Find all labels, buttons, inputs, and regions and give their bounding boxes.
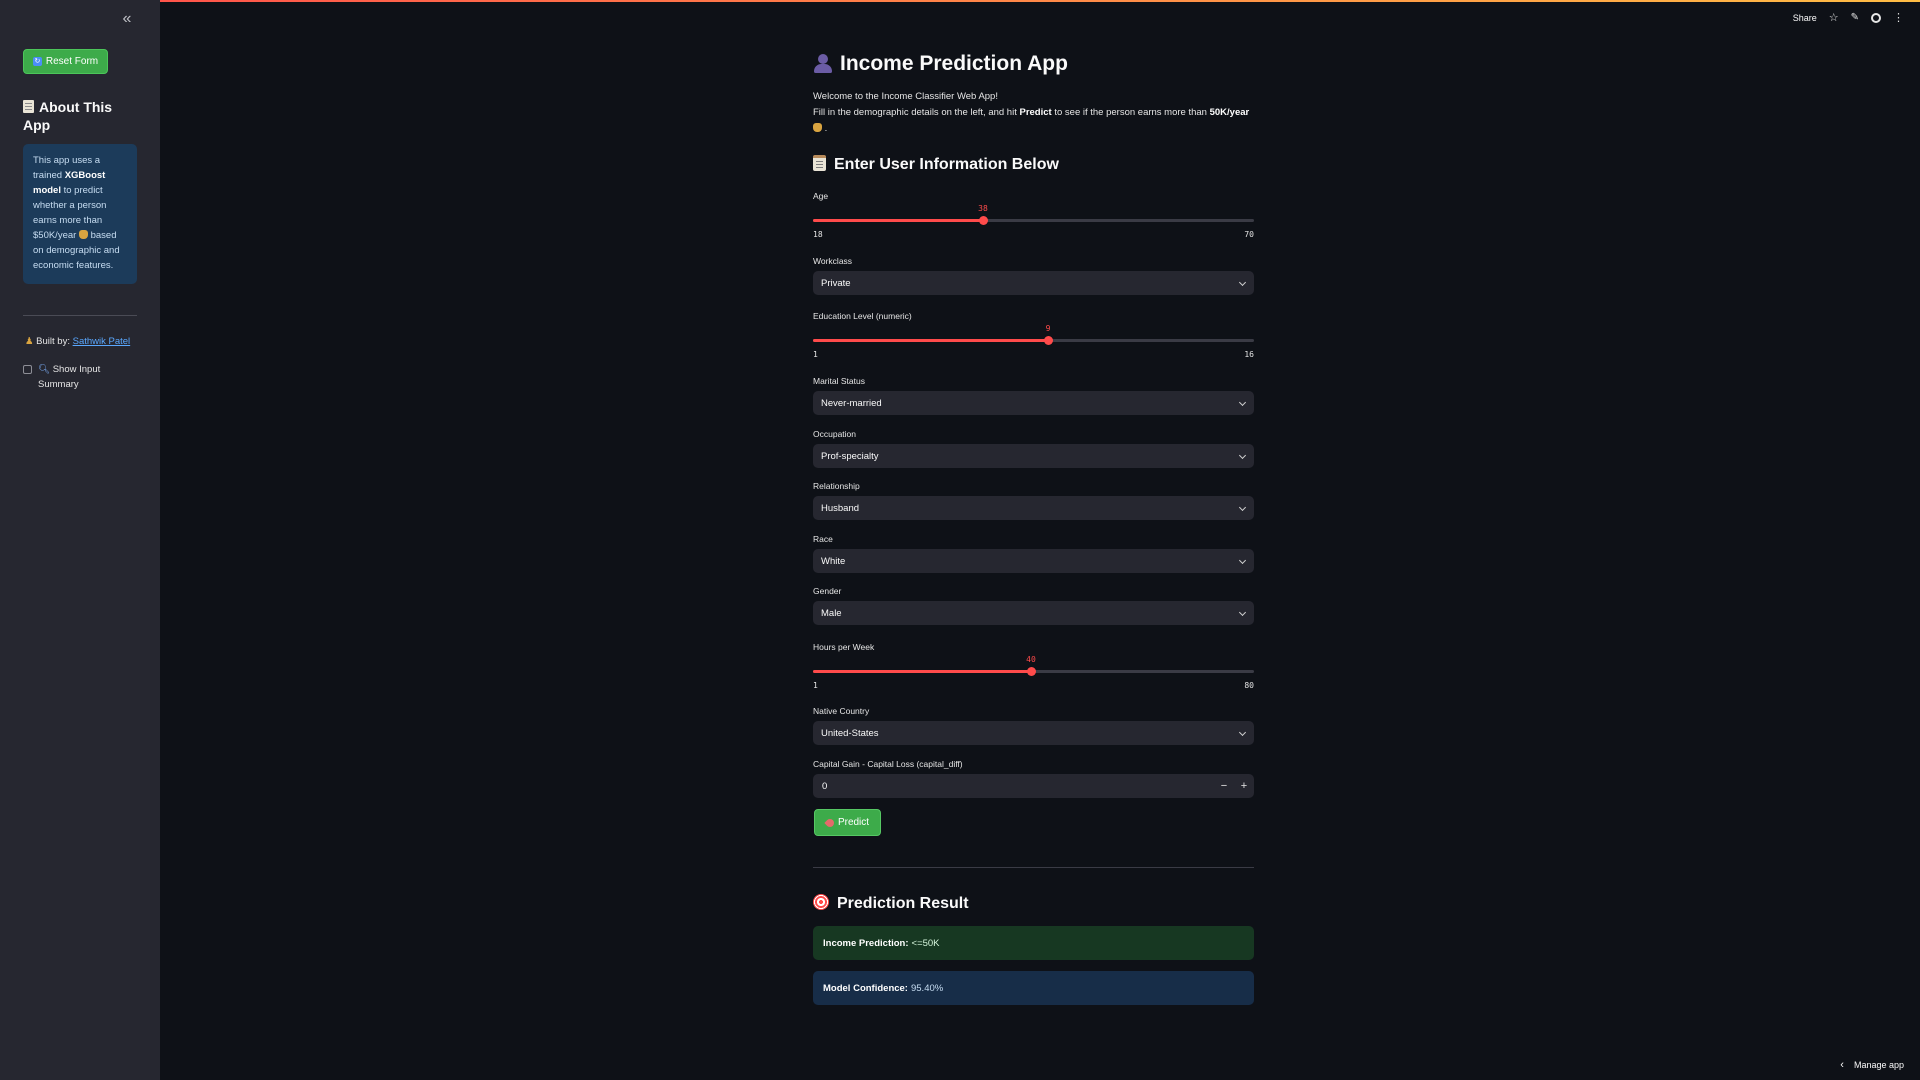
education-min: 1 bbox=[813, 350, 818, 359]
education-slider-thumb[interactable] bbox=[1044, 336, 1053, 345]
page-title: Income Prediction App bbox=[813, 52, 1068, 76]
gender-label: Gender bbox=[813, 586, 842, 596]
money-bag-icon bbox=[78, 230, 88, 239]
app-toolbar: Share ☆ ✎ ⋮ bbox=[1793, 11, 1904, 24]
share-button[interactable]: Share bbox=[1793, 13, 1817, 23]
age-slider-fill bbox=[813, 219, 983, 222]
edit-icon[interactable]: ✎ bbox=[1851, 12, 1859, 23]
age-slider-thumb[interactable] bbox=[979, 216, 988, 225]
marital-label: Marital Status bbox=[813, 376, 865, 386]
country-label: Native Country bbox=[813, 706, 870, 716]
gender-select[interactable]: Male bbox=[813, 601, 1254, 625]
workclass-select[interactable]: Private bbox=[813, 271, 1254, 295]
manage-app-button[interactable]: ‹ Manage app bbox=[1840, 1059, 1904, 1071]
sidebar-divider bbox=[23, 315, 137, 316]
top-decoration-bar bbox=[0, 0, 1920, 2]
occupation-select[interactable]: Prof-specialty bbox=[813, 444, 1254, 468]
sidebar: « ↻ Reset Form About This App This app u… bbox=[0, 0, 160, 1080]
race-label: Race bbox=[813, 534, 833, 544]
show-summary-row[interactable]: 🔍︎ Show Input Summary bbox=[23, 362, 118, 392]
money-bag-icon bbox=[813, 123, 822, 132]
decrement-button[interactable]: − bbox=[1214, 780, 1234, 792]
show-summary-checkbox[interactable] bbox=[23, 365, 32, 374]
collapse-sidebar-icon[interactable]: « bbox=[118, 10, 136, 28]
built-by: ♟ Built by: Sathwik Patel bbox=[25, 336, 131, 347]
chevron-down-icon bbox=[1239, 400, 1246, 407]
chevron-down-icon bbox=[1239, 610, 1246, 617]
age-max: 70 bbox=[1244, 230, 1254, 239]
hours-min: 1 bbox=[813, 681, 818, 690]
star-icon[interactable]: ☆ bbox=[1829, 11, 1839, 24]
author-link[interactable]: Sathwik Patel bbox=[73, 336, 131, 347]
intro-text: Welcome to the Income Classifier Web App… bbox=[813, 91, 1250, 134]
chevron-down-icon bbox=[1239, 453, 1246, 460]
age-value: 38 bbox=[978, 204, 988, 213]
workclass-label: Workclass bbox=[813, 256, 853, 266]
race-select[interactable]: White bbox=[813, 549, 1254, 573]
about-info-box: This app uses a trained XGBoost model to… bbox=[23, 144, 137, 284]
age-label: Age bbox=[813, 191, 829, 201]
reset-form-button[interactable]: ↻ Reset Form bbox=[23, 49, 108, 74]
education-label: Education Level (numeric) bbox=[813, 311, 912, 321]
chevron-left-icon: ‹ bbox=[1840, 1059, 1844, 1071]
hours-max: 80 bbox=[1244, 681, 1254, 690]
hours-label: Hours per Week bbox=[813, 642, 875, 652]
github-icon[interactable] bbox=[1871, 12, 1881, 23]
education-slider[interactable]: 9 1 16 bbox=[813, 322, 1254, 359]
clipboard-icon bbox=[813, 155, 826, 171]
relationship-label: Relationship bbox=[813, 481, 860, 491]
chevron-down-icon bbox=[1239, 505, 1246, 512]
confidence-result-box: Model Confidence: 95.40% bbox=[813, 971, 1254, 1005]
hours-value: 40 bbox=[1026, 655, 1036, 664]
section-title: Enter User Information Below bbox=[813, 155, 1059, 174]
person-icon: ♟ bbox=[25, 336, 34, 347]
rocket-icon bbox=[824, 816, 836, 829]
refresh-icon: ↻ bbox=[32, 57, 42, 66]
age-slider[interactable]: 38 18 70 bbox=[813, 202, 1254, 239]
capital-diff-input[interactable]: 0 − + bbox=[813, 774, 1254, 798]
increment-button[interactable]: + bbox=[1234, 780, 1254, 792]
hours-slider[interactable]: 40 1 80 bbox=[813, 653, 1254, 690]
education-slider-fill bbox=[813, 339, 1048, 342]
target-icon bbox=[813, 894, 829, 910]
education-value: 9 bbox=[1045, 324, 1051, 333]
chevron-down-icon bbox=[1239, 558, 1246, 565]
native-country-select[interactable]: United-States bbox=[813, 721, 1254, 745]
magnifier-icon: 🔍︎ bbox=[38, 364, 51, 375]
prediction-result-box: Income Prediction: <=50K bbox=[813, 926, 1254, 960]
result-title: Prediction Result bbox=[813, 894, 969, 913]
capital-label: Capital Gain - Capital Loss (capital_dif… bbox=[813, 759, 963, 769]
marital-status-select[interactable]: Never-married bbox=[813, 391, 1254, 415]
user-silhouette-icon bbox=[813, 53, 833, 73]
relationship-select[interactable]: Husband bbox=[813, 496, 1254, 520]
education-max: 16 bbox=[1244, 350, 1254, 359]
occupation-label: Occupation bbox=[813, 429, 856, 439]
hours-slider-fill bbox=[813, 670, 1031, 673]
hours-slider-thumb[interactable] bbox=[1027, 667, 1036, 676]
section-divider bbox=[813, 867, 1254, 868]
predict-button[interactable]: Predict bbox=[814, 809, 881, 836]
chevron-down-icon bbox=[1239, 730, 1246, 737]
chevron-down-icon bbox=[1239, 280, 1246, 287]
age-min: 18 bbox=[813, 230, 823, 239]
document-icon bbox=[23, 100, 34, 113]
about-title: About This App bbox=[23, 99, 113, 133]
more-menu-icon[interactable]: ⋮ bbox=[1893, 11, 1904, 24]
